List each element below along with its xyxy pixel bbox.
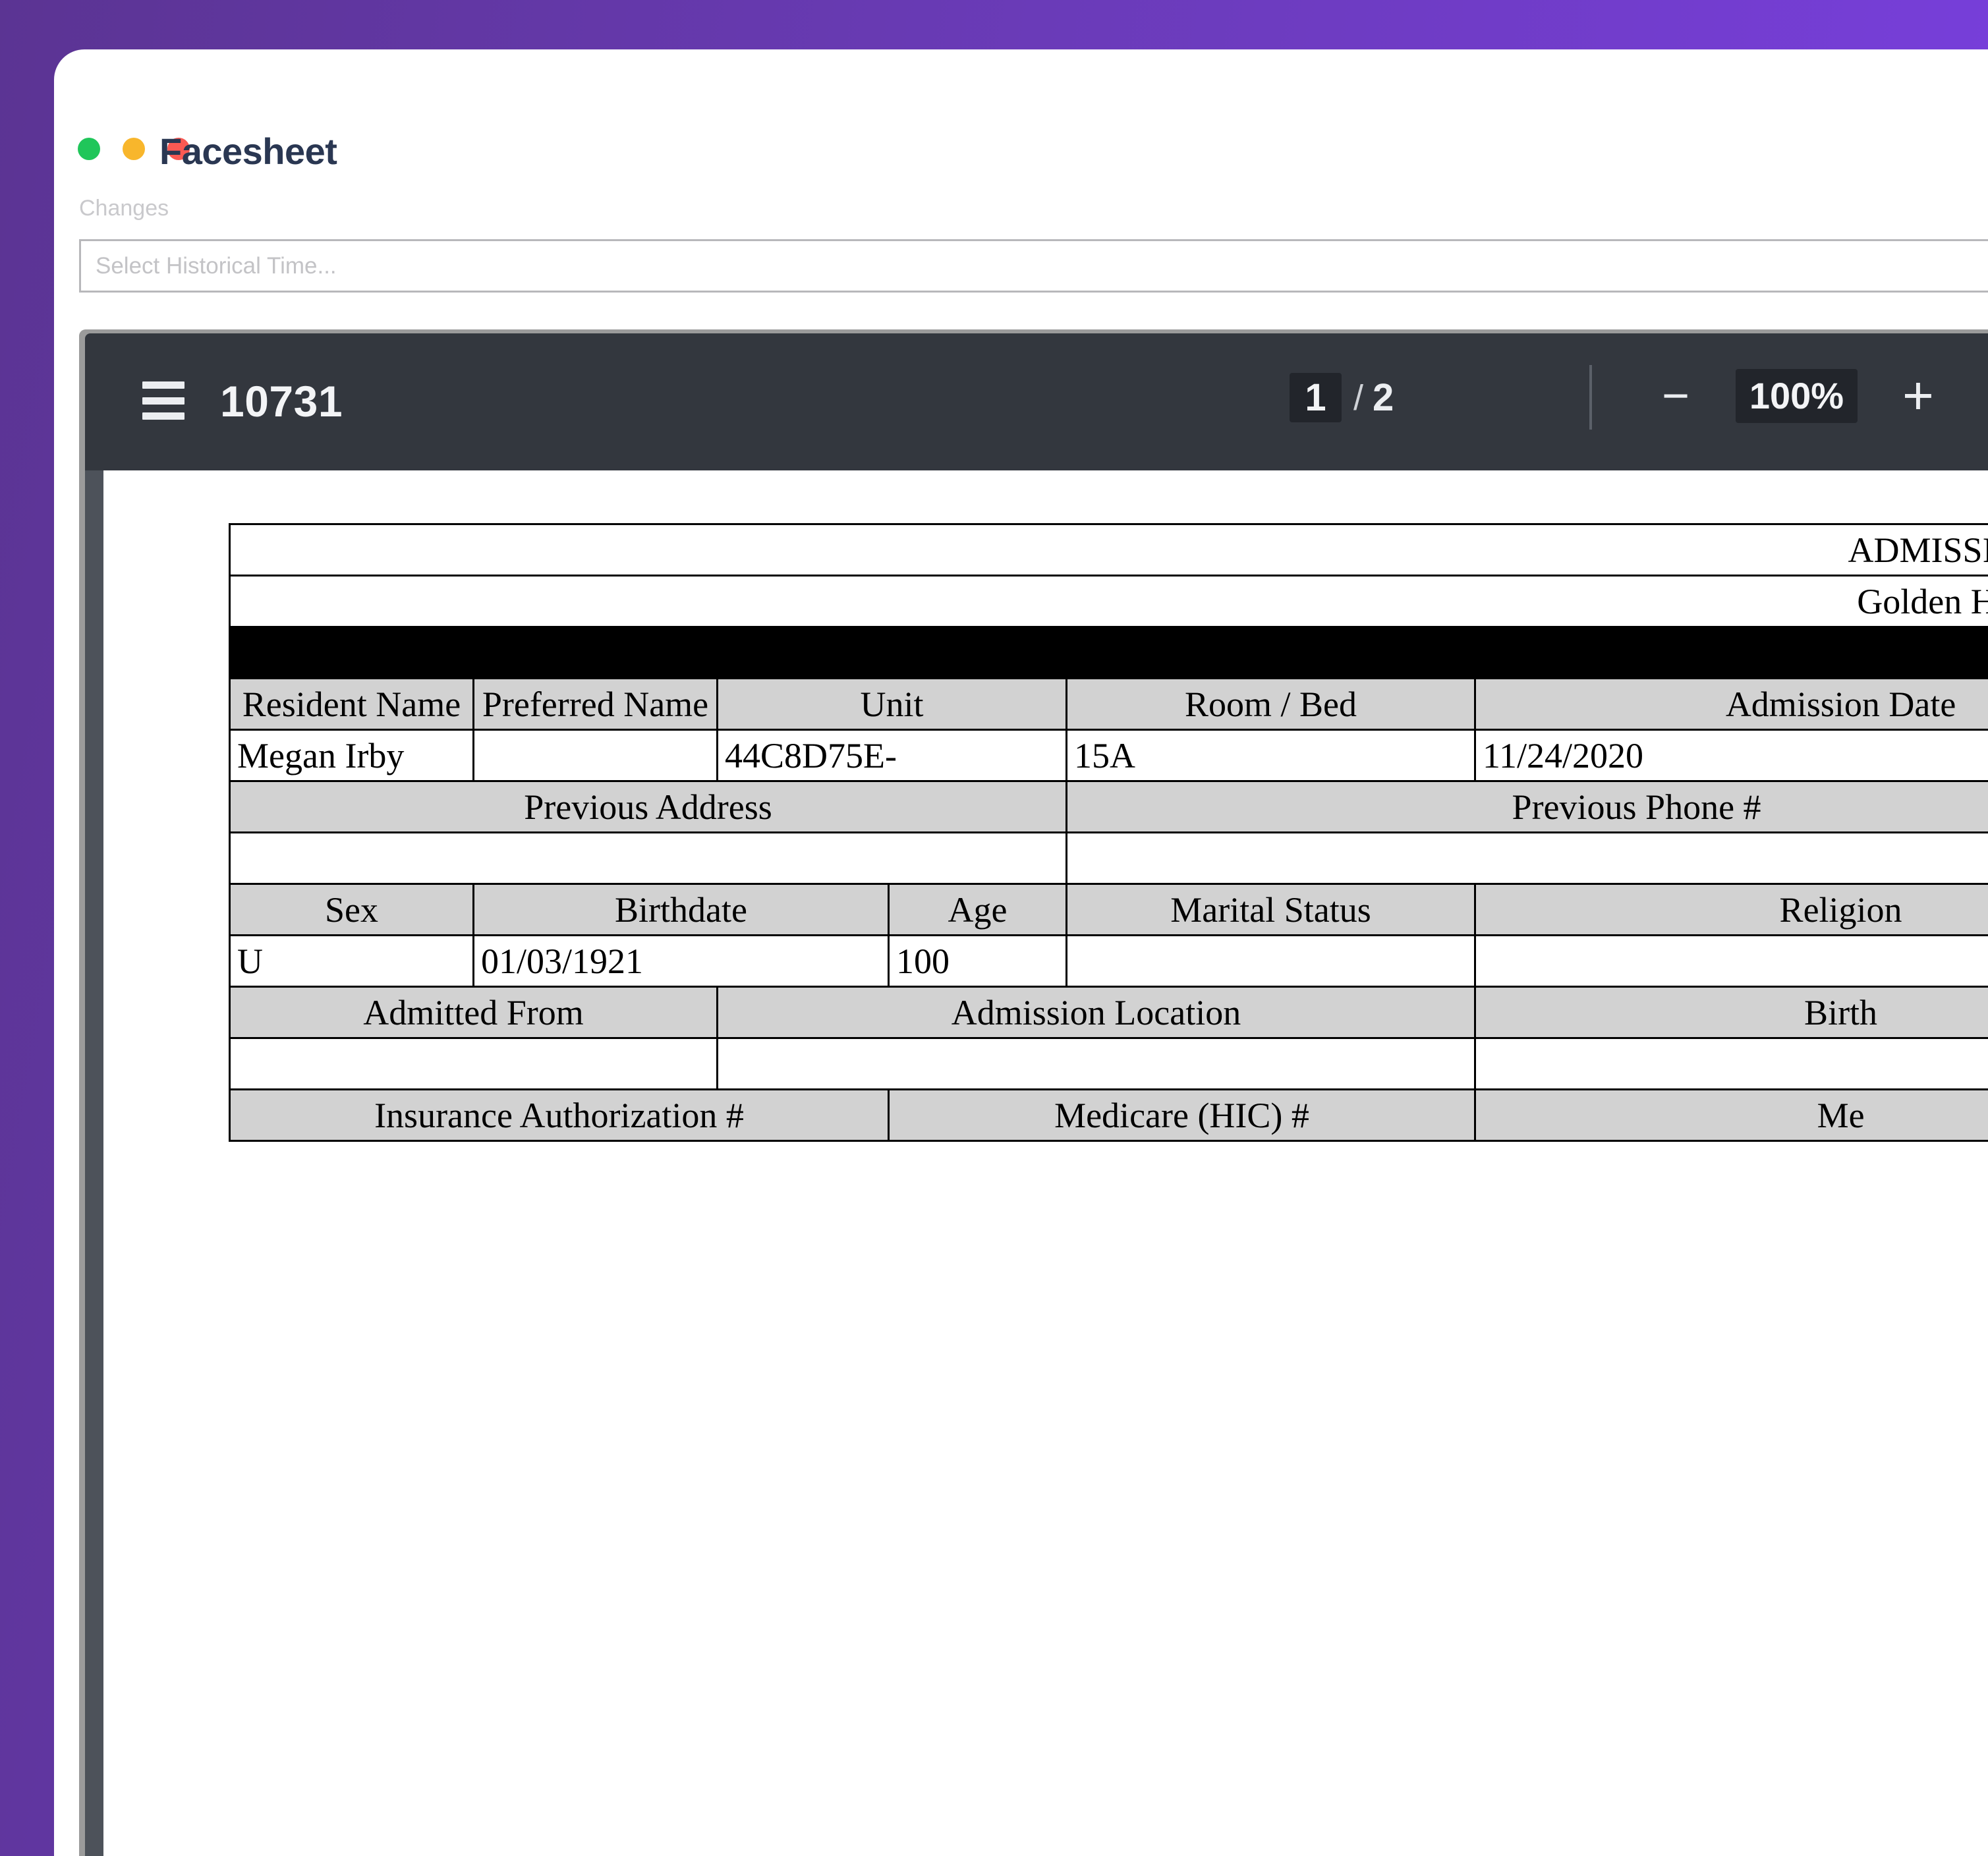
column-header: Medicare (HIC) # [888, 1088, 1476, 1142]
organization-name: Golden Health Network [228, 575, 1988, 628]
column-header: Birthdate [472, 883, 890, 936]
document-title: ADMISSION RECORD [228, 523, 1988, 576]
column-header: Unit [716, 677, 1067, 731]
maximize-dot[interactable] [123, 138, 145, 160]
table-row: U 01/03/1921 100 [229, 934, 1988, 988]
zoom-controls: − 100% + [1650, 368, 1945, 424]
window-title-bar: Facesheet [54, 49, 1988, 172]
page-number-input[interactable]: 1 [1290, 373, 1342, 422]
admission-record-table: ADMISSION RECORD Golden Health Network R… [228, 523, 1988, 1142]
table-cell: 100 [888, 934, 1067, 988]
table-cell: U [229, 934, 474, 988]
column-header: Previous Address [229, 780, 1067, 833]
page-title: Facesheet [159, 130, 337, 172]
table-cell: 11/24/2020 [1473, 729, 1988, 782]
table-row: Golden Health Network [228, 575, 1988, 628]
total-pages-label: 2 [1373, 376, 1394, 419]
table-row: ADMISSION RECORD [228, 523, 1988, 576]
table-row: Sex Birthdate Age Marital Status Religio… [229, 883, 1988, 936]
minimize-dot[interactable] [78, 138, 100, 160]
table-row: Megan Irby 44C8D75E- 15A 11/24/2020 [229, 729, 1988, 782]
column-header: Admission Date [1473, 677, 1988, 731]
toolbar-divider [1589, 365, 1592, 430]
pdf-viewer: 10731 1 / 2 − 100% + ADMISS Golden RESID… [79, 329, 1988, 1856]
table-row [229, 831, 1988, 885]
column-header: Religion [1473, 883, 1988, 936]
table-cell [1065, 831, 1988, 885]
table-row: Previous Address Previous Phone # [229, 780, 1988, 833]
table-row: RESIDENT INFORMATION [228, 626, 1988, 679]
column-header: Room / Bed [1065, 677, 1476, 731]
column-header: Insurance Authorization # [229, 1088, 890, 1142]
pdf-toolbar: 10731 1 / 2 − 100% + [85, 333, 1988, 470]
column-header: Sex [229, 883, 474, 936]
table-row [229, 1037, 1988, 1090]
pdf-viewer-body[interactable]: ADMISSION RECORD Golden Health Network R… [85, 470, 1988, 1856]
column-header: Resident Name [229, 677, 474, 731]
zoom-out-button[interactable]: − [1650, 368, 1701, 424]
table-row: Insurance Authorization # Medicare (HIC)… [229, 1088, 1988, 1142]
hamburger-icon[interactable] [142, 381, 185, 420]
table-cell: Megan Irby [229, 729, 474, 782]
pdf-page-canvas: ADMISSION RECORD Golden Health Network R… [103, 470, 1988, 1856]
table-row: Admitted From Admission Location Birth [229, 986, 1988, 1039]
table-cell [1473, 1037, 1988, 1090]
section-banner: RESIDENT INFORMATION [228, 626, 1988, 679]
table-row: Resident Name Preferred Name Unit Room /… [229, 677, 1988, 731]
page-separator: / [1353, 378, 1364, 418]
table-cell: 44C8D75E- [716, 729, 1067, 782]
document-id-label: 10731 [220, 377, 343, 426]
application-window: Facesheet Changes 10731 1 / 2 − 100% + [54, 49, 1988, 1856]
zoom-in-button[interactable]: + [1892, 368, 1945, 424]
table-cell: 15A [1065, 729, 1476, 782]
table-cell [1473, 934, 1988, 988]
changes-label: Changes [79, 196, 169, 221]
column-header: Preferred Name [472, 677, 718, 731]
zoom-level-input[interactable]: 100% [1736, 369, 1858, 423]
column-header: Admission Location [716, 986, 1476, 1039]
table-cell [229, 1037, 718, 1090]
page-navigation: 1 / 2 [1290, 373, 1394, 422]
column-header: Age [888, 883, 1067, 936]
table-cell [1065, 934, 1476, 988]
table-cell [229, 831, 1067, 885]
table-cell [716, 1037, 1476, 1090]
table-cell [472, 729, 718, 782]
column-header: Birth [1473, 986, 1988, 1039]
column-header: Me [1473, 1088, 1988, 1142]
historical-time-input[interactable] [79, 239, 1988, 293]
table-cell: 01/03/1921 [472, 934, 890, 988]
column-header: Previous Phone # [1065, 780, 1988, 833]
column-header: Marital Status [1065, 883, 1476, 936]
column-header: Admitted From [229, 986, 718, 1039]
